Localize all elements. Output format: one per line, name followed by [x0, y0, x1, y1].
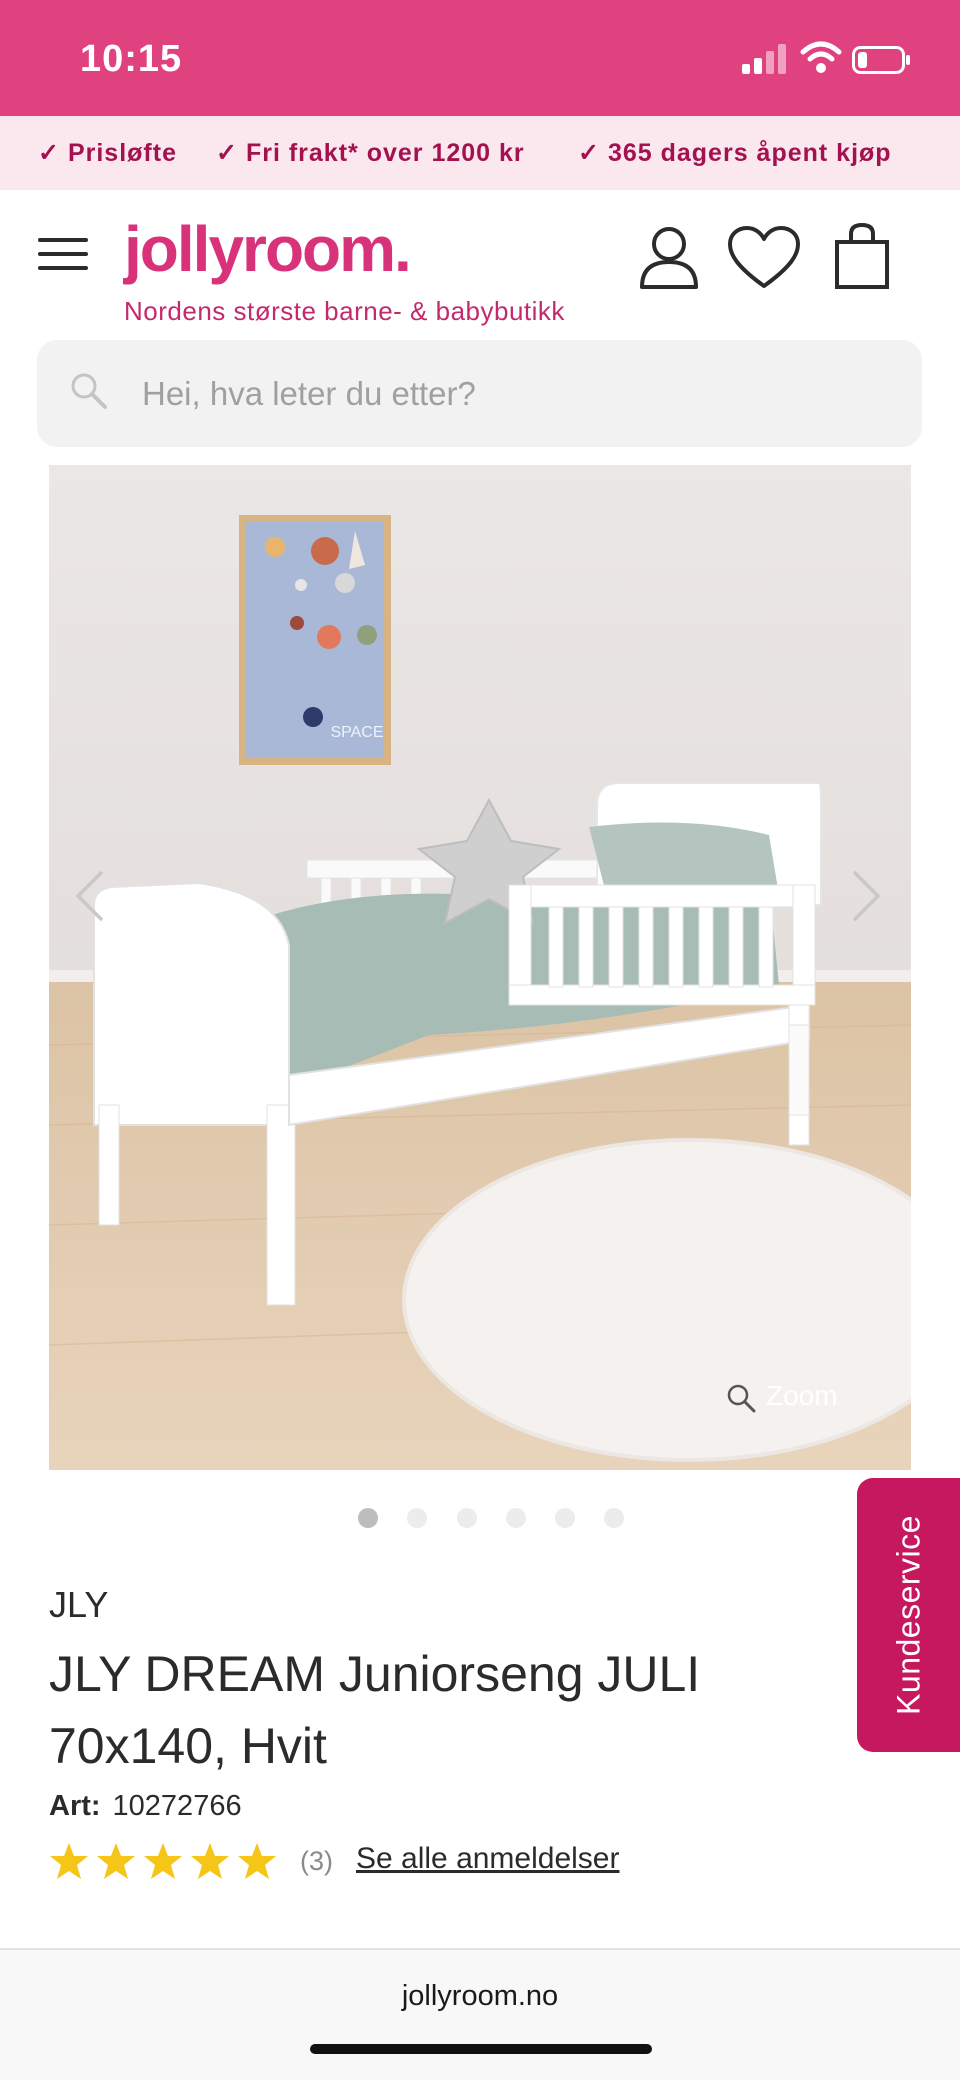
zoom-label: Zoom	[766, 1380, 838, 1411]
usp-item-price-promise: ✓ Prisløfte	[38, 139, 177, 167]
previous-image-arrow-icon[interactable]	[72, 868, 106, 924]
usp-item-open-purchase: ✓ 365 dagers åpent kjøp	[578, 139, 892, 167]
browser-address-bar[interactable]	[0, 1948, 960, 2080]
carousel-dot-4[interactable]	[506, 1508, 526, 1528]
star-icon	[144, 1843, 182, 1879]
wishlist-heart-icon[interactable]	[728, 226, 800, 290]
magnifier-icon	[727, 1384, 756, 1413]
next-image-arrow-icon[interactable]	[850, 868, 884, 924]
browser-url[interactable]: jollyroom.no	[0, 1980, 960, 2013]
shopping-bag-icon[interactable]	[834, 222, 890, 290]
search-placeholder: Hei, hva leter du etter?	[142, 375, 476, 412]
checkmark-icon: ✓	[216, 139, 238, 167]
see-all-reviews-link[interactable]: Se alle anmeldelser	[356, 1842, 619, 1876]
rating-stars	[49, 1842, 284, 1882]
article-label: Art:	[49, 1790, 101, 1822]
hamburger-menu-icon[interactable]	[38, 238, 88, 270]
checkmark-icon: ✓	[578, 139, 600, 167]
customer-service-button[interactable]: Kundeservice	[857, 1478, 960, 1752]
carousel-dot-3[interactable]	[457, 1508, 477, 1528]
article-number: Art: 10272766	[49, 1790, 242, 1823]
battery-icon	[852, 46, 910, 74]
review-count: (3)	[300, 1846, 333, 1876]
signal-icon	[742, 44, 786, 74]
checkmark-icon: ✓	[38, 139, 60, 167]
tagline: Nordens største barne- & babybutikk	[124, 296, 565, 326]
carousel-dot-1[interactable]	[358, 1508, 378, 1528]
star-icon	[50, 1843, 88, 1879]
product-title: JLY DREAM Juniorseng JULI 70x140, Hvit	[49, 1646, 701, 1774]
article-value: 10272766	[112, 1790, 242, 1822]
usp-item-free-shipping: ✓ Fri frakt* over 1200 kr	[216, 139, 525, 167]
wall-poster: SPACE	[239, 515, 391, 765]
status-time: 10:15	[80, 38, 183, 80]
poster-text: SPACE	[330, 724, 383, 741]
customer-service-label: Kundeservice	[890, 1515, 926, 1715]
logo[interactable]: jollyroom.	[124, 212, 412, 286]
product-brand[interactable]: JLY	[49, 1584, 108, 1626]
star-icon	[97, 1843, 135, 1879]
carousel-dot-2[interactable]	[407, 1508, 427, 1528]
wifi-icon	[800, 41, 842, 73]
carousel-dot-5[interactable]	[555, 1508, 575, 1528]
carousel-dot-6[interactable]	[604, 1508, 624, 1528]
account-icon[interactable]	[638, 226, 700, 290]
product-image[interactable]: SPACE	[49, 465, 911, 1470]
zoom-button[interactable]: Zoom	[726, 1380, 838, 1413]
search-icon	[71, 373, 107, 409]
home-indicator[interactable]	[310, 2044, 652, 2054]
star-icon	[238, 1843, 276, 1879]
star-icon	[191, 1843, 229, 1879]
